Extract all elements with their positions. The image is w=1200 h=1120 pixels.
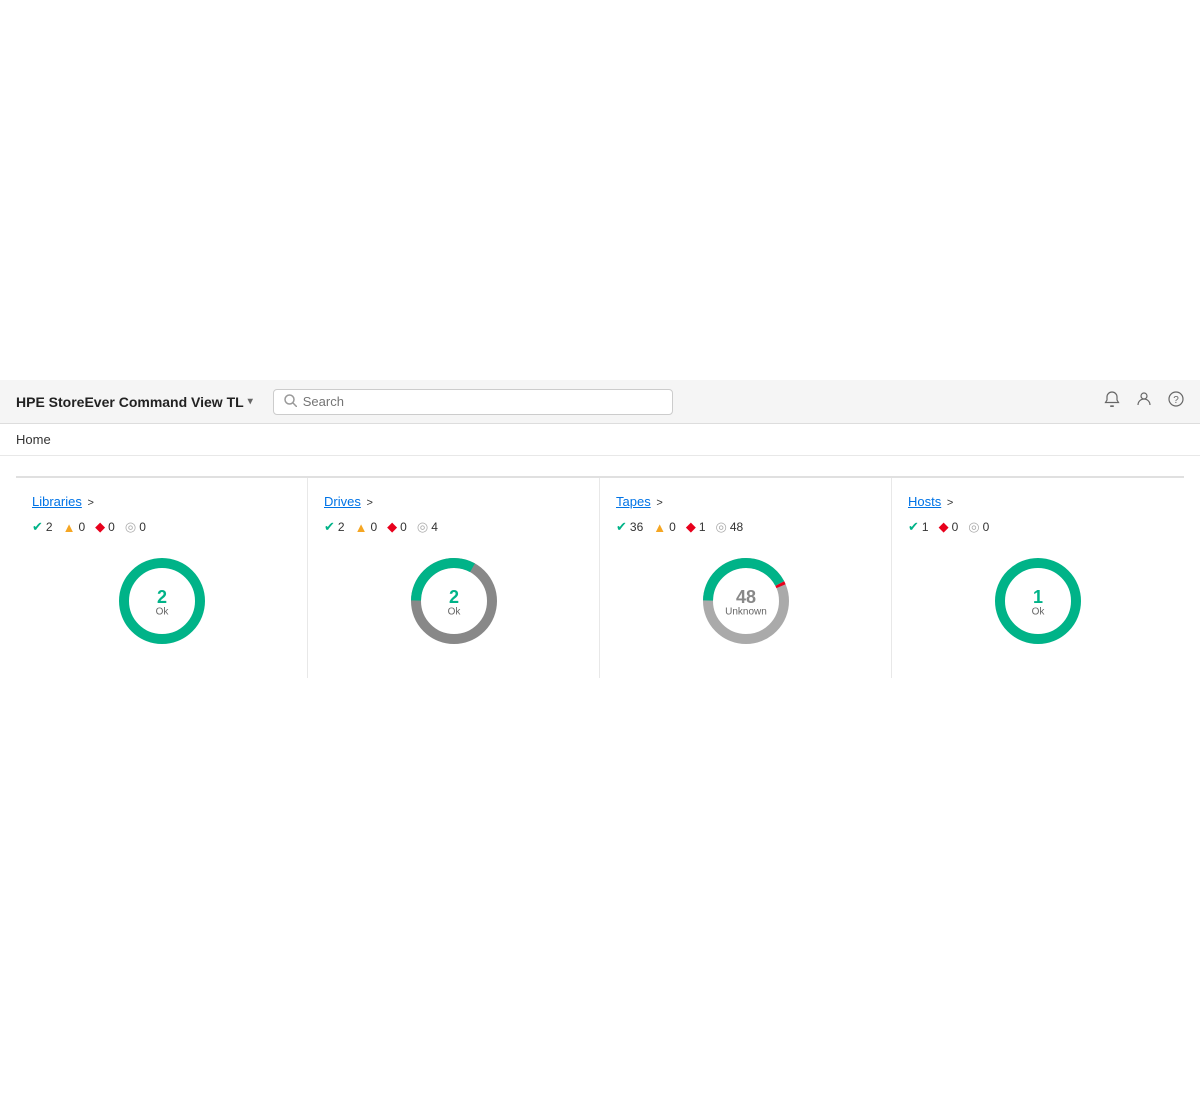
error-icon: ◆ <box>95 519 105 535</box>
hosts-unknown-count: 0 <box>983 520 990 534</box>
tapes-warn-status: ▲ 0 <box>653 520 676 535</box>
libraries-unknown-status: ◎ 0 <box>125 519 146 535</box>
user-icon[interactable] <box>1136 391 1152 412</box>
hosts-card: Hosts > ✔ 1 ◆ 0 ◎ 0 <box>892 478 1184 678</box>
libraries-donut: 2 Ok <box>32 551 291 651</box>
hosts-ok-status: ✔ 1 <box>908 519 929 535</box>
drives-status-row: ✔ 2 ▲ 0 ◆ 0 ◎ 4 <box>324 519 583 535</box>
dashboard-cards: Libraries > ✔ 2 ▲ 0 ◆ 0 ◎ 0 <box>16 476 1184 678</box>
tapes-arrow: > <box>656 497 662 509</box>
libraries-unknown-count: 0 <box>139 520 146 534</box>
tapes-card-title: Tapes > <box>616 494 875 509</box>
breadcrumb-label: Home <box>16 432 51 447</box>
libraries-warn-status: ▲ 0 <box>63 520 86 535</box>
help-icon[interactable]: ? <box>1168 391 1184 412</box>
drives-donut-label: Ok <box>447 607 461 618</box>
notification-icon[interactable] <box>1104 391 1120 412</box>
libraries-error-status: ◆ 0 <box>95 519 115 535</box>
ok-icon: ✔ <box>32 519 43 535</box>
drives-arrow: > <box>366 497 372 509</box>
hosts-link[interactable]: Hosts <box>908 494 941 509</box>
brand-chevron: ▾ <box>248 396 253 407</box>
svg-text:?: ? <box>1173 395 1179 406</box>
drives-donut-svg: 2 Ok <box>404 551 504 651</box>
drives-card: Drives > ✔ 2 ▲ 0 ◆ 0 ◎ 4 <box>308 478 600 678</box>
tapes-unknown-status: ◎ 48 <box>716 519 744 535</box>
hosts-ok-count: 1 <box>922 520 929 534</box>
brand-label: HPE StoreEver Command View TL <box>16 394 244 410</box>
hosts-donut-label: Ok <box>1032 607 1046 618</box>
drives-card-title: Drives > <box>324 494 583 509</box>
tapes-ok-status: ✔ 36 <box>616 519 643 535</box>
navbar: HPE StoreEver Command View TL ▾ <box>0 380 1200 424</box>
libraries-donut-num: 2 <box>156 587 166 607</box>
tapes-card: Tapes > ✔ 36 ▲ 0 ◆ 1 ◎ 48 <box>600 478 892 678</box>
unknown-icon: ◎ <box>417 519 428 535</box>
tapes-ok-count: 36 <box>630 520 643 534</box>
tapes-donut-svg: 48 Unknown <box>696 551 796 651</box>
unknown-icon: ◎ <box>968 519 979 535</box>
tapes-donut-label: Unknown <box>725 607 767 618</box>
libraries-donut-label: Ok <box>155 607 169 618</box>
hosts-status-row: ✔ 1 ◆ 0 ◎ 0 <box>908 519 1168 535</box>
hosts-donut: 1 Ok <box>908 551 1168 651</box>
hosts-card-title: Hosts > <box>908 494 1168 509</box>
drives-ok-status: ✔ 2 <box>324 519 345 535</box>
hosts-error-status: ◆ 0 <box>939 519 959 535</box>
libraries-card-title: Libraries > <box>32 494 291 509</box>
drives-warn-status: ▲ 0 <box>355 520 378 535</box>
main-content: Libraries > ✔ 2 ▲ 0 ◆ 0 ◎ 0 <box>0 460 1200 1120</box>
drives-donut-num: 2 <box>448 587 458 607</box>
tapes-donut-num: 48 <box>735 587 755 607</box>
hosts-donut-svg: 1 Ok <box>988 551 1088 651</box>
unknown-icon: ◎ <box>716 519 727 535</box>
warn-icon: ▲ <box>653 520 666 535</box>
search-bar[interactable] <box>273 389 673 415</box>
drives-donut: 2 Ok <box>324 551 583 651</box>
libraries-error-count: 0 <box>108 520 115 534</box>
app-brand[interactable]: HPE StoreEver Command View TL ▾ <box>16 394 253 410</box>
tapes-link[interactable]: Tapes <box>616 494 651 509</box>
libraries-status-row: ✔ 2 ▲ 0 ◆ 0 ◎ 0 <box>32 519 291 535</box>
warn-icon: ▲ <box>355 520 368 535</box>
ok-icon: ✔ <box>908 519 919 535</box>
error-icon: ◆ <box>686 519 696 535</box>
hosts-arrow: > <box>947 497 953 509</box>
drives-link[interactable]: Drives <box>324 494 361 509</box>
ok-icon: ✔ <box>616 519 627 535</box>
tapes-status-row: ✔ 36 ▲ 0 ◆ 1 ◎ 48 <box>616 519 875 535</box>
tapes-error-count: 1 <box>699 520 706 534</box>
breadcrumb: Home <box>0 424 1200 456</box>
drives-unknown-count: 4 <box>431 520 438 534</box>
libraries-ok-count: 2 <box>46 520 53 534</box>
drives-ok-count: 2 <box>338 520 345 534</box>
ok-icon: ✔ <box>324 519 335 535</box>
drives-error-status: ◆ 0 <box>387 519 407 535</box>
error-icon: ◆ <box>939 519 949 535</box>
navbar-actions: ? <box>1104 391 1184 412</box>
unknown-icon: ◎ <box>125 519 136 535</box>
libraries-warn-count: 0 <box>78 520 85 534</box>
libraries-arrow: > <box>87 497 93 509</box>
search-input[interactable] <box>303 394 662 409</box>
hosts-unknown-status: ◎ 0 <box>968 519 989 535</box>
hosts-error-count: 0 <box>952 520 959 534</box>
drives-error-count: 0 <box>400 520 407 534</box>
drives-warn-count: 0 <box>370 520 377 534</box>
libraries-ok-status: ✔ 2 <box>32 519 53 535</box>
tapes-unknown-count: 48 <box>730 520 743 534</box>
warn-icon: ▲ <box>63 520 76 535</box>
drives-unknown-status: ◎ 4 <box>417 519 438 535</box>
libraries-donut-svg: 2 Ok <box>112 551 212 651</box>
hosts-donut-num: 1 <box>1033 587 1043 607</box>
error-icon: ◆ <box>387 519 397 535</box>
libraries-link[interactable]: Libraries <box>32 494 82 509</box>
tapes-warn-count: 0 <box>669 520 676 534</box>
search-icon <box>284 394 297 410</box>
tapes-error-status: ◆ 1 <box>686 519 706 535</box>
libraries-card: Libraries > ✔ 2 ▲ 0 ◆ 0 ◎ 0 <box>16 478 308 678</box>
tapes-donut: 48 Unknown <box>616 551 875 651</box>
